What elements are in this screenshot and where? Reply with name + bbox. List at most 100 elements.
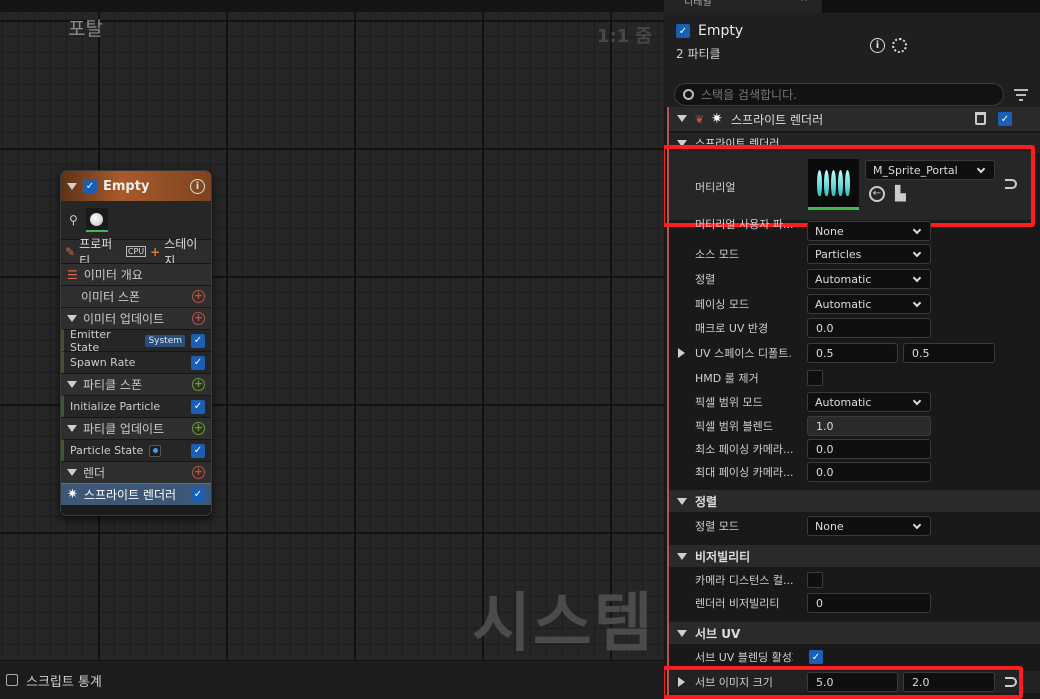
collapse-arrow-icon[interactable] (67, 381, 77, 388)
source-mode-row[interactable]: 소스 모드 Particles (669, 243, 1040, 265)
tab-details[interactable]: 디테일 × (664, 0, 822, 13)
render-row[interactable]: 렌더 + (61, 461, 211, 483)
spawn-rate-row[interactable]: Spawn Rate ✓ (61, 351, 211, 373)
emitter-summary-label: 이미터 개요 (83, 268, 143, 282)
sprite-renderer-checkbox[interactable]: ✓ (191, 487, 205, 502)
property-select[interactable]: Particles (807, 244, 931, 264)
property-label: 최대 페이싱 카메라... (695, 466, 793, 479)
module-header[interactable]: ❦ ✷ 스프라이트 렌더러 ✓ (669, 107, 1040, 131)
property-value: Automatic (815, 395, 872, 409)
node-header[interactable]: ✓ Empty i (61, 171, 211, 201)
property-number[interactable]: 0.0 (807, 462, 931, 482)
material-user-param-row[interactable]: 머티리얼 사용자 파... None (669, 218, 1040, 241)
property-select[interactable]: None (807, 221, 931, 241)
sort-mode-select[interactable]: None (807, 516, 931, 536)
property-number[interactable]: 1.0 (807, 416, 931, 436)
min-facing-camera-row[interactable]: 최소 페이싱 카메라... 0.0 (669, 438, 1040, 460)
trash-icon[interactable] (975, 112, 986, 125)
camera-distance-checkbox[interactable] (807, 572, 823, 588)
property-number[interactable]: 0 (807, 593, 931, 613)
hmd-roll-row[interactable]: HMD 롤 제거 (669, 367, 1040, 389)
property-value: Particles (815, 247, 862, 261)
spawn-rate-checkbox[interactable]: ✓ (191, 355, 205, 370)
add-module-icon[interactable]: + (192, 290, 205, 303)
property-number[interactable]: 0.0 (807, 439, 931, 459)
details-scroll-area[interactable]: ❦ ✷ 스프라이트 렌더러 ✓ 스프라이트 렌더러 머티리얼 M_Sprite_… (664, 107, 1040, 699)
hmd-roll-checkbox[interactable] (807, 370, 823, 386)
collapse-arrow-icon[interactable] (677, 498, 687, 505)
uv-space-row[interactable]: UV 스페이스 디폴트... 0.5 0.5 (669, 342, 1040, 364)
particle-thumbnail[interactable] (85, 208, 108, 232)
visibility-section-header[interactable]: 비저빌리티 (669, 545, 1040, 567)
facing-mode-row[interactable]: 페이싱 모드 Automatic (669, 293, 1040, 315)
collapse-arrow-icon[interactable] (67, 469, 77, 476)
collapse-arrow-icon[interactable] (677, 630, 687, 637)
property-select[interactable]: Automatic (807, 294, 931, 314)
info-icon[interactable]: i (190, 178, 205, 194)
system-badge: System (145, 334, 185, 347)
emitter-state-checkbox[interactable]: ✓ (191, 333, 205, 348)
filter-icon[interactable] (1014, 89, 1028, 101)
property-number-y[interactable]: 0.5 (903, 343, 995, 363)
sort-section-label: 정렬 (695, 494, 718, 509)
pixel-coverage-mode-row[interactable]: 픽셀 범위 모드 Automatic (669, 391, 1040, 413)
sprite-renderer-row[interactable]: ✷ 스프라이트 렌더러 ✓ (61, 483, 211, 505)
initialize-particle-checkbox[interactable]: ✓ (191, 399, 205, 414)
add-module-icon[interactable]: + (192, 466, 205, 479)
particle-update-row[interactable]: 파티클 업데이트 + (61, 417, 211, 439)
emitter-enable-checkbox[interactable]: ✓ (676, 24, 690, 38)
sprite-burst-icon: ✷ (711, 111, 723, 127)
collapse-arrow-icon[interactable] (67, 182, 77, 190)
property-number[interactable]: 0.0 (807, 318, 931, 338)
subuv-section-header[interactable]: 서브 UV (669, 622, 1040, 644)
max-facing-camera-row[interactable]: 최대 페이싱 카메라... 0.0 (669, 461, 1040, 483)
close-icon[interactable]: × (800, 0, 808, 4)
particle-count: 2 파티클 (676, 47, 721, 61)
property-number-x[interactable]: 0.5 (807, 343, 898, 363)
stack-search-input[interactable]: 스택을 검색합니다. (674, 83, 1004, 106)
subuv-blend-row[interactable]: 서브 UV 블렌딩 활성화 ✓ (669, 646, 1040, 668)
collapse-arrow-icon[interactable] (67, 315, 77, 322)
property-value: None (815, 224, 844, 238)
add-module-icon[interactable]: + (192, 312, 205, 325)
node-enable-checkbox[interactable]: ✓ (83, 179, 97, 193)
emitter-node[interactable]: ✓ Empty i ⚲ ✎ 프로퍼티 CPU + 스테이지 ☰ 이미터 개요 이… (60, 170, 212, 516)
info-icon[interactable]: i (870, 38, 885, 53)
add-module-icon[interactable]: + (192, 378, 205, 391)
property-label: 카메라 디스턴스 컬... (695, 574, 793, 587)
collapse-arrow-icon[interactable] (677, 553, 687, 560)
macro-uv-row[interactable]: 매크로 UV 반경 0.0 (669, 317, 1040, 339)
expand-arrow-icon[interactable] (678, 348, 685, 358)
emitter-update-row[interactable]: 이미터 업데이트 + (61, 307, 211, 329)
particle-state-label: Particle State (70, 444, 144, 457)
emitter-summary-row[interactable]: ☰ 이미터 개요 (61, 263, 211, 285)
initialize-particle-row[interactable]: Initialize Particle ✓ (61, 395, 211, 417)
camera-distance-row[interactable]: 카메라 디스턴스 컬... (669, 569, 1040, 591)
alignment-row[interactable]: 정렬 Automatic (669, 268, 1040, 290)
renderer-visibility-row[interactable]: 렌더러 비저빌리티 0 (669, 592, 1040, 614)
property-select[interactable]: Automatic (807, 392, 931, 412)
module-enable-checkbox[interactable]: ✓ (998, 112, 1012, 126)
property-select[interactable]: Automatic (807, 269, 931, 289)
sort-section-header[interactable]: 정렬 (669, 490, 1040, 512)
search-placeholder: 스택을 검색합니다. (701, 88, 797, 102)
property-label: 픽셀 범위 블렌드 (695, 420, 773, 433)
sort-mode-row[interactable]: 정렬 모드 None (669, 515, 1040, 537)
particle-spawn-row[interactable]: 파티클 스폰 + (61, 373, 211, 395)
particle-state-row[interactable]: Particle State ✓ (61, 439, 211, 461)
particle-spawn-label: 파티클 스폰 (83, 378, 143, 392)
add-stage-icon[interactable]: + (150, 245, 160, 259)
subuv-blend-checkbox[interactable]: ✓ (809, 650, 823, 664)
collapse-arrow-icon[interactable] (67, 425, 77, 432)
pin-icon[interactable]: ⚲ (69, 213, 78, 227)
collapse-arrow-icon[interactable] (677, 115, 687, 122)
add-module-icon[interactable]: + (192, 422, 205, 435)
emitter-state-row[interactable]: Emitter State System ✓ (61, 328, 211, 354)
particle-state-checkbox[interactable]: ✓ (191, 443, 205, 458)
graph-editor[interactable]: 포탈 1:1 줌 시스템 ✓ Empty i ⚲ ✎ 프로퍼티 CPU + 스테… (0, 0, 664, 699)
emitter-spawn-row[interactable]: 이미터 스폰 + (61, 285, 211, 307)
pixel-coverage-blend-row[interactable]: 픽셀 범위 블렌드 1.0 (669, 415, 1040, 437)
cpu-badge: CPU (125, 246, 147, 257)
script-stats-bar[interactable]: 스크립트 통계 (0, 661, 664, 699)
gear-icon[interactable] (892, 38, 907, 53)
